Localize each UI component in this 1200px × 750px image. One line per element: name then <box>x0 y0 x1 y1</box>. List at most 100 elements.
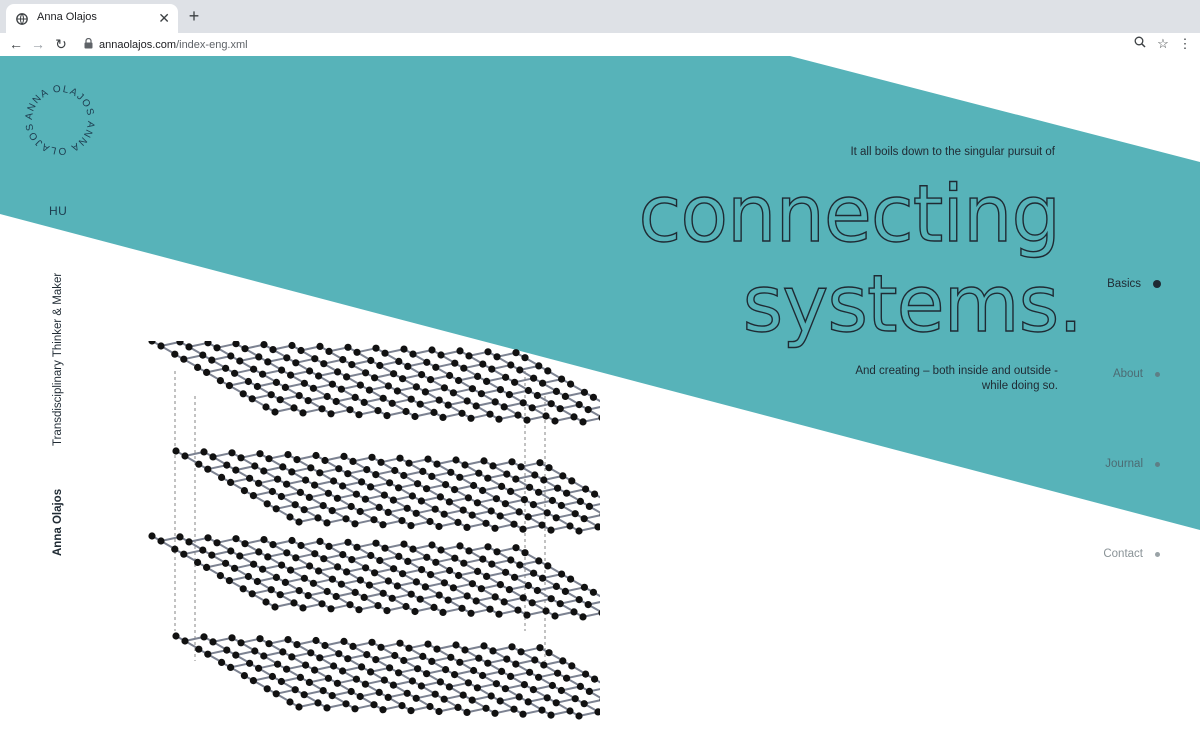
address-bar[interactable]: annaolajos.com/index-eng.xml <box>84 36 248 54</box>
graphene-atom <box>389 496 397 504</box>
graphene-atom <box>371 569 379 577</box>
graphene-atom <box>228 634 236 642</box>
graphene-atom <box>404 557 412 565</box>
graphene-atom <box>519 525 527 533</box>
forward-arrow-icon[interactable]: → <box>30 35 46 53</box>
graphene-atom <box>227 547 235 555</box>
graphene-atom <box>376 556 384 565</box>
graphene-atom <box>325 347 333 355</box>
graphene-atom <box>352 675 360 683</box>
graphene-atom <box>395 552 403 560</box>
graphene-atom <box>367 356 375 365</box>
graphene-atom <box>351 393 359 401</box>
graphene-atom <box>461 461 469 469</box>
graphene-atom <box>414 665 422 673</box>
graphene-atom <box>432 363 440 371</box>
graphene-atom <box>305 493 313 501</box>
graphene-atom <box>292 554 300 562</box>
graphene-atom <box>244 377 252 386</box>
graphene-atom <box>347 502 355 511</box>
language-switch-link[interactable]: HU <box>49 204 67 218</box>
graphene-atom <box>487 507 495 515</box>
graphene-atom <box>292 359 300 367</box>
graphene-atom <box>524 581 532 590</box>
graphene-atom <box>444 401 452 409</box>
bookmark-star-icon[interactable]: ☆ <box>1155 35 1171 53</box>
graphene-atom <box>435 396 443 404</box>
graphene-atom <box>591 675 599 683</box>
reload-icon[interactable]: ↻ <box>53 35 69 53</box>
zoom-icon[interactable] <box>1132 35 1148 53</box>
graphene-atom <box>302 476 310 484</box>
graphene-atom <box>496 386 504 394</box>
graphene-atom <box>435 522 443 531</box>
graphene-atom <box>227 352 235 360</box>
browser-tab[interactable]: Anna Olajos ✕ <box>6 4 178 33</box>
graphene-atom <box>180 550 188 558</box>
nav-label: Basics <box>1107 278 1141 290</box>
graphene-atom <box>293 456 301 464</box>
graphene-atom <box>489 647 497 655</box>
graphene-atom <box>512 475 520 483</box>
graphene-atom <box>333 494 341 502</box>
graphene-atom <box>451 359 459 367</box>
graphene-atom <box>465 352 473 360</box>
graphene-atom <box>498 667 506 675</box>
url-host: annaolajos.com <box>99 39 177 51</box>
graphene-atom <box>585 687 593 695</box>
close-tab-icon[interactable]: ✕ <box>158 9 170 27</box>
graphene-atom <box>327 605 335 613</box>
graphene-atom <box>538 706 546 714</box>
graphene-atom <box>185 343 193 351</box>
graphene-atom <box>480 457 488 465</box>
subtext-line-2: while doing so. <box>981 380 1058 392</box>
graphene-atom <box>467 609 475 617</box>
graphene-atom <box>307 649 315 657</box>
new-tab-button[interactable]: + <box>184 6 204 26</box>
graphene-atom <box>209 638 217 646</box>
graphene-atom <box>284 451 292 459</box>
graphene-atom <box>449 389 457 397</box>
graphene-atom <box>508 643 516 651</box>
nav-item-contact[interactable]: Contact <box>1103 548 1160 560</box>
graphene-atom <box>297 541 305 550</box>
graphene-atom <box>556 600 564 608</box>
graphene-atom <box>472 597 480 605</box>
nav-item-basics[interactable]: Basics <box>1107 278 1161 290</box>
graphene-atom <box>539 379 547 387</box>
graphene-atom <box>430 603 438 611</box>
nav-item-about[interactable]: About <box>1113 368 1160 380</box>
graphene-atom <box>561 392 569 400</box>
graphene-atom <box>529 686 537 694</box>
graphene-atom <box>272 573 280 581</box>
graphene-atom <box>253 577 261 586</box>
graphene-atom <box>455 376 463 385</box>
graphene-atom <box>501 500 509 508</box>
graphene-atom <box>260 341 268 349</box>
back-arrow-icon[interactable]: ← <box>8 35 24 53</box>
graphene-atom <box>255 479 263 487</box>
graphene-atom <box>393 387 401 395</box>
graphene-atom <box>498 482 506 490</box>
graphene-atom <box>260 652 268 660</box>
graphene-atom <box>393 582 401 590</box>
graphene-atom <box>402 407 410 416</box>
graphene-atom <box>223 646 231 654</box>
browser-menu-icon[interactable]: ⋮ <box>1177 35 1193 53</box>
graphene-atom <box>255 353 263 361</box>
site-logo[interactable]: ANNA OLAJOS ANNA OLAJOS <box>22 82 98 163</box>
graphene-atom <box>246 659 254 667</box>
graphene-atom <box>431 505 439 513</box>
graphene-atom <box>200 633 208 641</box>
graphene-atom <box>454 518 462 526</box>
graphene-atom <box>302 661 310 669</box>
graphene-atom <box>430 408 438 416</box>
tab-title: Anna Olajos <box>37 11 97 23</box>
nav-item-journal[interactable]: Journal <box>1105 458 1160 470</box>
graphene-atom <box>384 577 392 585</box>
graphene-atom <box>399 570 407 578</box>
graphene-atom <box>444 596 452 604</box>
graphene-atom <box>372 539 380 547</box>
graphene-atom <box>287 566 295 574</box>
graphene-atom <box>426 517 434 526</box>
